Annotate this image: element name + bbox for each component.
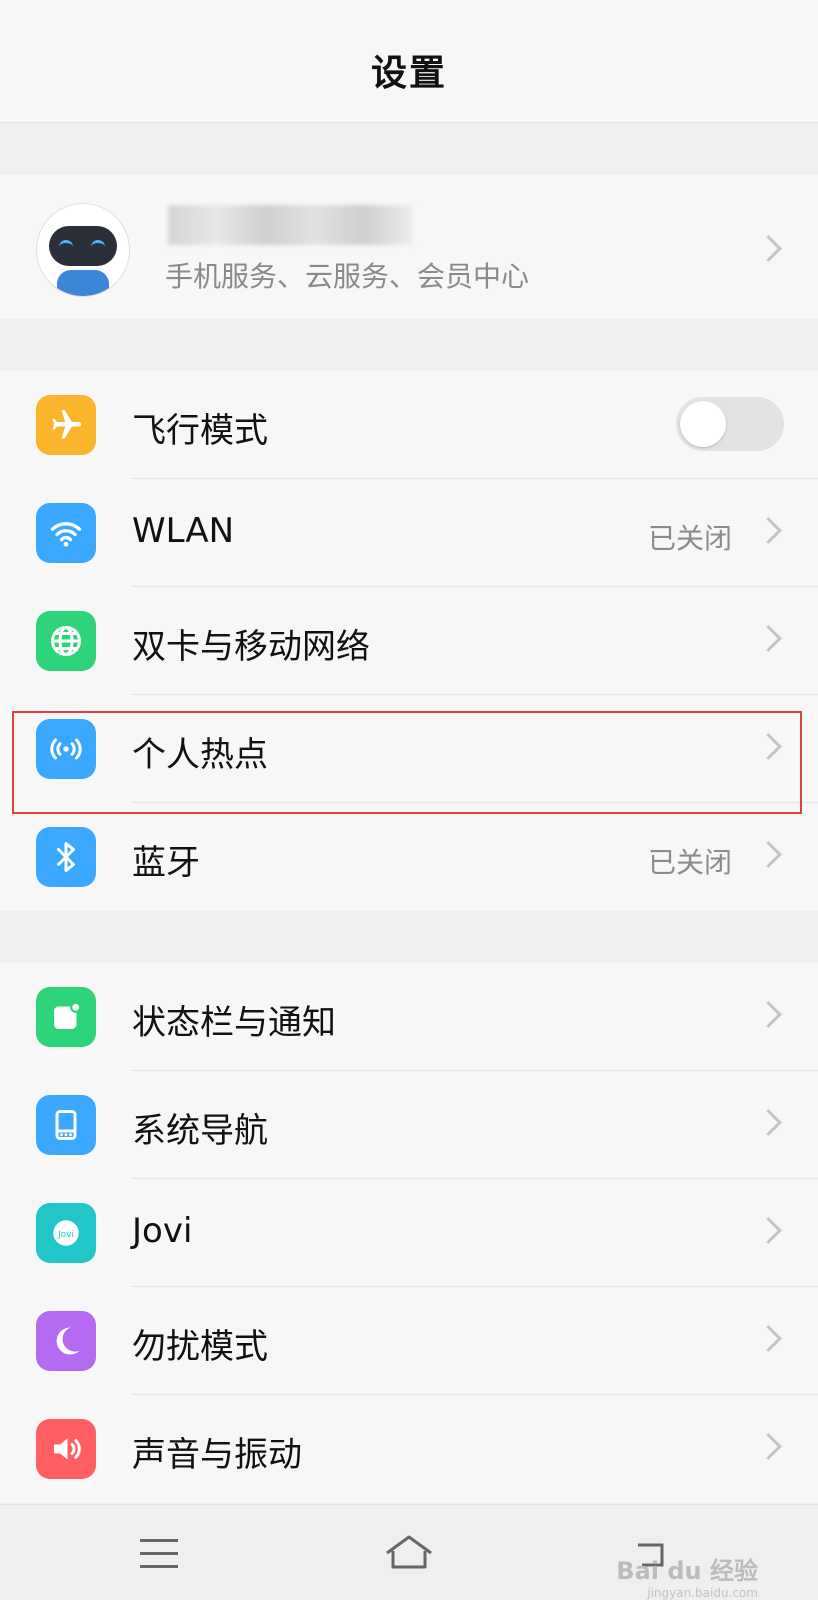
settings-item-value: 已关闭: [647, 846, 732, 879]
system-group: 状态栏与通知 系统导航 Jovi Jovi 勿扰模式 声音与振动: [0, 963, 818, 1503]
hotspot-icon: [36, 719, 96, 779]
robot-face-icon: [49, 226, 117, 266]
settings-item-label: 蓝牙: [132, 843, 200, 883]
avatar[interactable]: [36, 203, 130, 297]
chevron-right-icon: [755, 235, 782, 262]
bluetooth-icon: [36, 827, 96, 887]
svg-text:Jovi: Jovi: [57, 1230, 74, 1240]
account-row[interactable]: 手机服务、云服务、会员中心: [0, 175, 818, 319]
settings-item-navigation[interactable]: 系统导航: [0, 1071, 818, 1179]
settings-item-value: 已关闭: [647, 522, 732, 555]
settings-item-label: 个人热点: [132, 735, 268, 775]
settings-item-label: 双卡与移动网络: [132, 627, 370, 667]
chevron-right-icon: [755, 1217, 782, 1244]
notification-icon: [36, 987, 96, 1047]
settings-item-bluetooth[interactable]: 蓝牙 已关闭: [0, 803, 818, 911]
status-bar: [0, 0, 818, 20]
title-bar: 设置: [0, 0, 818, 123]
account-name-redacted: [168, 205, 413, 245]
settings-item-label: 飞行模式: [132, 411, 268, 451]
settings-item-jovi[interactable]: Jovi Jovi: [0, 1179, 818, 1287]
account-subtitle: 手机服务、云服务、会员中心: [165, 260, 530, 293]
settings-item-label: WLAN: [132, 511, 235, 551]
airplane-icon: [36, 395, 96, 455]
wifi-icon: [36, 503, 96, 563]
network-group: 飞行模式 WLAN 已关闭 双卡与移动网络 个人热点 蓝牙 已关闭: [0, 371, 818, 911]
settings-item-do-not-disturb[interactable]: 勿扰模式: [0, 1287, 818, 1395]
settings-item-label: 状态栏与通知: [132, 1003, 336, 1043]
section-gap: [0, 911, 818, 963]
eye-right: [91, 240, 105, 250]
settings-item-label: 声音与振动: [132, 1435, 302, 1475]
menu-icon[interactable]: [140, 1539, 178, 1578]
section-gap: [0, 319, 818, 371]
chevron-right-icon: [755, 517, 782, 544]
chevron-right-icon: [755, 625, 782, 652]
watermark-url: jingyan.baidu.com: [647, 1586, 758, 1600]
settings-item-label: 系统导航: [132, 1111, 268, 1151]
chevron-right-icon: [755, 733, 782, 760]
moon-icon: [36, 1311, 96, 1371]
chevron-right-icon: [755, 1433, 782, 1460]
settings-item-hotspot[interactable]: 个人热点: [0, 695, 818, 803]
navigation-icon: [36, 1095, 96, 1155]
settings-item-dual-sim[interactable]: 双卡与移动网络: [0, 587, 818, 695]
settings-item-sound[interactable]: 声音与振动: [0, 1395, 818, 1503]
watermark-brand: Bai du 经验: [616, 1557, 758, 1585]
chevron-right-icon: [755, 1325, 782, 1352]
airplane-mode-toggle[interactable]: [676, 397, 784, 451]
settings-item-status-bar[interactable]: 状态栏与通知: [0, 963, 818, 1071]
robot-body-icon: [57, 270, 109, 296]
chevron-right-icon: [755, 1109, 782, 1136]
bottom-nav-bar: Bai du 经验 jingyan.baidu.com: [0, 1504, 818, 1600]
section-gap: [0, 123, 818, 175]
settings-item-wlan[interactable]: WLAN 已关闭: [0, 479, 818, 587]
page-title: 设置: [370, 53, 447, 94]
jovi-icon: Jovi: [36, 1203, 96, 1263]
eye-left: [59, 240, 73, 250]
chevron-right-icon: [755, 1001, 782, 1028]
toggle-knob: [680, 401, 726, 447]
settings-item-label: 勿扰模式: [132, 1327, 268, 1367]
sound-icon: [36, 1419, 96, 1479]
settings-item-label: Jovi: [132, 1211, 193, 1251]
home-icon[interactable]: [383, 1533, 435, 1573]
globe-icon: [36, 611, 96, 671]
settings-item-airplane-mode[interactable]: 飞行模式: [0, 371, 818, 479]
chevron-right-icon: [755, 841, 782, 868]
